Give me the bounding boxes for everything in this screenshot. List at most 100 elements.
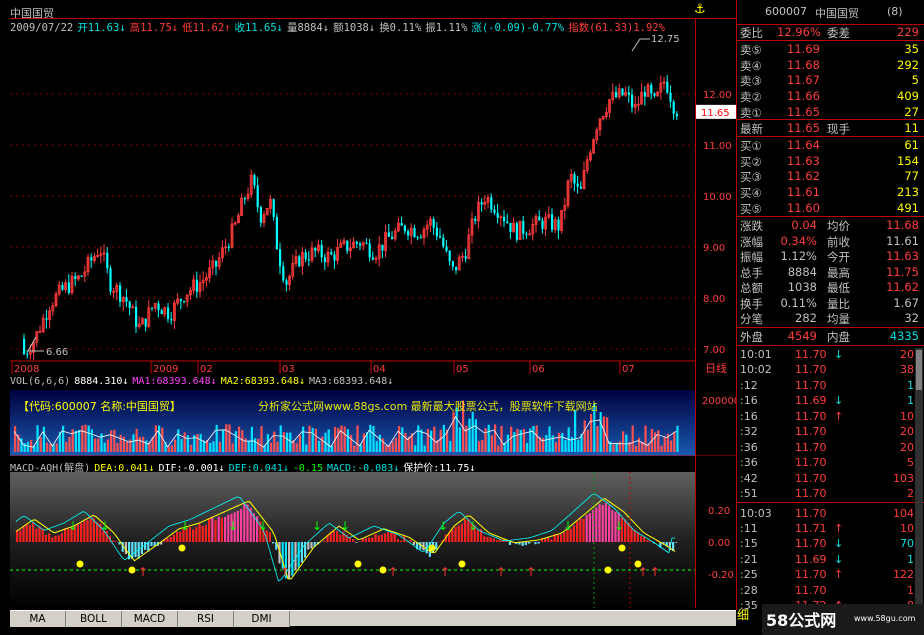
candle-body: [493, 209, 496, 213]
stat-row: 振幅 1.12% 今开 11.63: [737, 249, 924, 265]
tick-row: :51 11.70 2: [737, 487, 924, 502]
volume-bar: [510, 426, 513, 452]
volume-bar: [314, 428, 317, 452]
volume-bar: [116, 443, 119, 452]
volume-bar: [302, 426, 305, 452]
volume-indicator-bar: VOL(6,6,6) 8884.310↓ MA1:68393.648↓ MA2:683…: [10, 376, 397, 387]
candlestick-chart[interactable]: 12.00 11.00 10.00 9.00 8.00 7.00 12.75 6.66 11.6…: [10, 19, 736, 374]
macd-bar: [28, 525, 31, 542]
macd-bar: [387, 532, 390, 542]
volume-bar: [308, 425, 311, 452]
macd-bar: [355, 542, 358, 543]
tab-boll[interactable]: BOLL: [66, 611, 122, 627]
candle-body: [675, 113, 678, 117]
volume-bar: [670, 440, 673, 452]
tick-scrollbar[interactable]: [915, 348, 923, 604]
macd-y-label: 0.20: [708, 506, 730, 517]
tick-volume: 20: [900, 440, 914, 454]
volume-bar: [500, 425, 503, 452]
volume-bar: [180, 439, 183, 452]
macd-bar: [41, 528, 44, 542]
candle-body: [74, 276, 77, 280]
sell-signal-arrow: ↑: [638, 565, 648, 579]
macd-bar: [563, 532, 566, 542]
volume-bar: [490, 435, 493, 452]
sell-row: 卖④ 11.68 292: [737, 58, 924, 74]
volume-bar: [638, 437, 641, 452]
volume-bar: [321, 436, 324, 452]
detail-tab[interactable]: 细: [737, 606, 761, 622]
tick-row: :42 11.70 103: [737, 472, 924, 487]
buy-volume: 491: [897, 200, 919, 215]
volume-bar: [615, 443, 618, 452]
buy-signal-arrow: ↓: [563, 519, 573, 533]
candle-body: [400, 223, 403, 226]
tick-arrow: ↑: [834, 521, 844, 535]
candle-body: [151, 307, 154, 309]
volume-bar: [426, 429, 429, 452]
candle-body: [490, 197, 493, 210]
tick-price: 11.70: [795, 378, 827, 392]
candle-body: [480, 202, 483, 205]
tick-row: :12 11.70 1: [737, 379, 924, 394]
volume-bar: [238, 426, 241, 452]
stat-value2: 11.68: [886, 218, 919, 232]
tick-row: :21 11.69 ↓ 1: [737, 553, 924, 568]
volume-bar: [250, 426, 253, 452]
volume-bar: [404, 432, 407, 452]
volume-bar: [298, 435, 301, 452]
candle-body: [314, 247, 317, 251]
quote-count: (8): [887, 5, 903, 18]
macd-bar: [483, 536, 486, 542]
x-tick-label: 03: [282, 364, 295, 374]
candle-body: [256, 185, 259, 208]
macd-bar: [38, 526, 41, 542]
tick-price: 11.69: [795, 552, 827, 566]
volume-bar: [94, 438, 97, 452]
macd-bar: [390, 532, 393, 542]
macd-bar: [198, 523, 201, 542]
tick-row: :16 11.69 ↓ 1: [737, 394, 924, 409]
macd-bar: [224, 516, 227, 542]
volume-bar: [561, 433, 564, 452]
volume-bar: [458, 427, 461, 452]
volume-bar: [84, 424, 87, 452]
volume-bar: [177, 429, 180, 452]
volume-bar: [519, 429, 522, 452]
candle-body: [23, 338, 26, 354]
tick-time: :36: [740, 440, 758, 454]
tick-time: :28: [740, 583, 758, 597]
volume-bar: [663, 436, 666, 452]
volume-bar: [241, 430, 244, 452]
volume-bar: [398, 426, 401, 452]
volume-bar: [634, 445, 637, 452]
volume-bar: [535, 425, 538, 452]
candle-body: [304, 252, 307, 260]
candle-body: [403, 225, 406, 232]
volume-bar: [158, 425, 161, 452]
tick-row: :25 11.70 ↑ 122: [737, 568, 924, 583]
candle-body: [109, 268, 112, 292]
macd-bar: [604, 503, 607, 542]
candle-body: [464, 256, 467, 259]
buy-signal-arrow: ↓: [258, 519, 268, 533]
volume-bar: [452, 411, 455, 452]
macd-chart[interactable]: 0.200.00-0.20↓ ↓ ↓ ↓ ↓ ↓ ↓ ↓ ↓ ↓ ↓↑ ↑ ↑ ↑ ↑ ↑ ↑ ↑: [10, 472, 736, 608]
macd-bar: [131, 542, 134, 559]
tab-ma[interactable]: MA: [10, 611, 66, 627]
volume-bar: [119, 434, 122, 452]
tab-dmi[interactable]: DMI: [234, 611, 290, 627]
tab-macd[interactable]: MACD: [122, 611, 178, 627]
buy-volume: 61: [904, 138, 919, 152]
candle-body: [368, 243, 371, 258]
tab-rsi[interactable]: RSI: [178, 611, 234, 627]
volume-bar: [468, 418, 471, 452]
anchor-icon[interactable]: ⚓: [694, 3, 708, 17]
tick-time: :32: [740, 425, 758, 439]
sell-label: 卖③: [740, 74, 762, 89]
volume-bar: [353, 445, 356, 452]
tick-volume: 2: [907, 487, 914, 501]
tick-row: :16 11.70 ↑ 10: [737, 410, 924, 425]
tick-price: 11.70: [795, 568, 827, 582]
scrollbar-thumb[interactable]: [916, 350, 922, 390]
